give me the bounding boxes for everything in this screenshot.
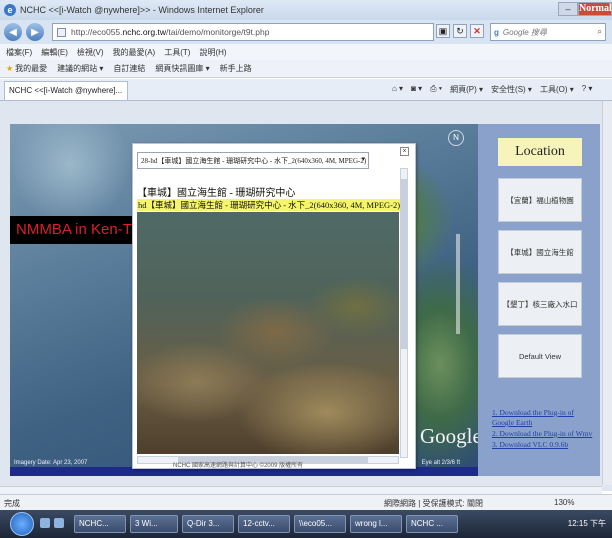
taskbar-item-nchc[interactable]: NCHC... <box>74 515 126 533</box>
location-button-kenting[interactable]: 【墾丁】核三廠入水口 <box>498 282 582 326</box>
menu-favorites[interactable]: 我的最愛(A) <box>113 47 156 58</box>
taskbar-item-nchc-ie[interactable]: NCHC ... <box>406 515 458 533</box>
ie-logo-icon: e <box>4 4 16 16</box>
favorites-button[interactable]: ★ 我的最愛 <box>6 63 47 74</box>
stop-icon[interactable]: ✕ <box>470 24 484 38</box>
popup-vertical-scrollbar[interactable] <box>400 168 408 458</box>
start-button[interactable] <box>10 512 34 536</box>
safety-menu[interactable]: 安全性(S) ▾ <box>491 84 532 95</box>
menu-tools[interactable]: 工具(T) <box>164 47 190 58</box>
link-wmv-plugin[interactable]: 2. Download the Plug-in of Wmv <box>492 429 596 439</box>
tab-row: NCHC <<[i-Watch @nywhere]... ⌂ ▾ ◙ ▾ ⎙ ▾… <box>0 79 612 101</box>
url-prefix: http://eco055. <box>71 27 123 37</box>
star-icon: ★ <box>6 64 14 73</box>
fav-getting-started[interactable]: 新手上路 <box>220 63 252 74</box>
page-horizontal-scrollbar[interactable] <box>0 486 602 494</box>
link-vlc[interactable]: 3. Download VLC 0.9.6b <box>492 440 596 450</box>
chevron-down-icon: ▾ <box>361 155 365 163</box>
location-heading: Location <box>498 138 582 166</box>
system-tray: 12:15 下午 <box>522 515 612 533</box>
link-google-earth-plugin[interactable]: 1. Download the Plug-in of Google Earth <box>492 408 596 428</box>
title-bar: e NCHC <<[i-Watch @nywhere]>> - Windows … <box>0 0 612 20</box>
popup-title: 【車城】國立海生館 - 珊瑚研究中心 <box>137 188 296 199</box>
menu-bar: 檔案(F) 編輯(E) 檢視(V) 我的最愛(A) 工具(T) 說明(H) <box>0 44 612 60</box>
tools-menu[interactable]: 工具(O) ▾ <box>540 84 574 95</box>
google-logo: Google <box>420 424 478 448</box>
url-host: nchc.org.tw <box>122 27 166 37</box>
underwater-video[interactable] <box>137 212 399 454</box>
favorites-bar: ★ 我的最愛 建議的網站 ▾ 自訂連結 網頁快訊圖庫 ▾ 新手上路 <box>0 60 612 78</box>
address-tools: ▣ ↻ ✕ <box>436 24 484 38</box>
imagery-date: Imagery Date: Apr 23, 2007 <box>14 460 88 466</box>
page-icon <box>57 27 66 37</box>
fav-custom-links[interactable]: 自訂連結 <box>113 63 145 74</box>
popup-footer: NCHC 國家高速網路與計算中心 ©2009 版權所有 <box>173 463 304 469</box>
feeds-icon[interactable]: ◙ ▾ <box>411 84 422 95</box>
tab-active[interactable]: NCHC <<[i-Watch @nywhere]... <box>4 81 128 100</box>
security-zone: 網際網路 | 受保護模式: 關閉 <box>384 499 483 508</box>
eye-altitude: Eye alt 2/3/6 ft <box>421 460 460 466</box>
window-controls: – Normal <box>558 0 612 18</box>
taskbar-item-eco05[interactable]: \\eco05... <box>294 515 346 533</box>
search-placeholder: Google 搜尋 <box>502 27 547 37</box>
search-input[interactable]: g Google 搜尋 ⌕ <box>490 23 606 41</box>
help-icon[interactable]: ? ▾ <box>582 84 593 95</box>
page-menu[interactable]: 網頁(P) ▾ <box>450 84 483 95</box>
location-button-nmmba[interactable]: 【車城】國立海生館 <box>498 230 582 274</box>
default-view-button[interactable]: Default View <box>498 334 582 378</box>
print-icon[interactable]: ⎙ ▾ <box>430 84 442 95</box>
scroll-thumb[interactable] <box>401 179 407 349</box>
favorites-label: 我的最愛 <box>15 64 48 73</box>
clock[interactable]: 12:15 下午 <box>568 519 606 528</box>
command-bar: ⌂ ▾ ◙ ▾ ⎙ ▾ 網頁(P) ▾ 安全性(S) ▾ 工具(O) ▾ ? ▾ <box>392 84 592 95</box>
back-button[interactable]: ◀ <box>4 23 22 41</box>
menu-file[interactable]: 檔案(F) <box>6 47 32 58</box>
location-panel: Location 【宜蘭】福山植物園 【車城】國立海生館 【墾丁】核三廠入水口 … <box>478 124 600 476</box>
home-icon[interactable]: ⌂ ▾ <box>392 84 403 95</box>
page-vertical-scrollbar[interactable] <box>602 101 612 485</box>
video-popup: × 28-hd【車城】國立海生館 - 珊瑚研究中心 - 水下_2(640x360… <box>132 143 416 469</box>
camera-select-value: 28-hd【車城】國立海生館 - 珊瑚研究中心 - 水下_2(640x360, … <box>141 157 367 165</box>
show-desktop-icon[interactable] <box>40 518 50 528</box>
compat-view-icon[interactable]: ▣ <box>436 24 450 38</box>
taskbar-item-cctv[interactable]: 12-cctv... <box>238 515 290 533</box>
close-icon[interactable]: × <box>400 147 409 156</box>
search-icon[interactable]: ⌕ <box>598 27 602 37</box>
window-title: NCHC <<[i-Watch @nywhere]>> - Windows In… <box>20 5 264 15</box>
menu-view[interactable]: 檢視(V) <box>77 47 104 58</box>
menu-edit[interactable]: 編輯(E) <box>41 47 68 58</box>
menu-help[interactable]: 說明(H) <box>199 47 226 58</box>
location-button-fushan[interactable]: 【宜蘭】福山植物園 <box>498 178 582 222</box>
zoom-slider[interactable] <box>456 234 460 334</box>
address-row: ◀ ▶ http://eco055. nchc.org.tw/tai/demo/m… <box>0 20 612 44</box>
camera-select[interactable]: 28-hd【車城】國立海生館 - 珊瑚研究中心 - 水下_2(640x360, … <box>137 152 369 169</box>
quicklaunch-icon[interactable] <box>54 518 64 528</box>
forward-button[interactable]: ▶ <box>26 23 44 41</box>
restore-button[interactable]: Normal <box>578 2 612 16</box>
status-text: 完成 <box>4 499 20 508</box>
taskbar-item-windows[interactable]: 3 Wi... <box>130 515 178 533</box>
taskbar-item-wrong[interactable]: wrong l... <box>350 515 402 533</box>
zoom-level[interactable]: 130% <box>554 498 574 507</box>
fav-web-slice-gallery[interactable]: 網頁快訊圖庫 ▾ <box>155 63 209 74</box>
popup-subtitle: hd【車城】國立海生館 - 珊瑚研究中心 - 水下_2(640x360, 4M,… <box>137 199 402 211</box>
download-links: 1. Download the Plug-in of Google Earth … <box>492 408 596 451</box>
google-icon: g <box>494 27 499 37</box>
status-bar: 完成 網際網路 | 受保護模式: 關閉 130% <box>0 494 612 510</box>
minimize-button[interactable]: – <box>558 2 578 16</box>
refresh-icon[interactable]: ↻ <box>453 24 467 38</box>
address-bar[interactable]: http://eco055. nchc.org.tw/tai/demo/monit… <box>52 23 434 41</box>
taskbar-item-qdir[interactable]: Q-Dir 3... <box>182 515 234 533</box>
fav-suggested-sites[interactable]: 建議的網站 ▾ <box>57 63 103 74</box>
compass-icon[interactable]: N <box>448 130 464 146</box>
taskbar: NCHC... 3 Wi... Q-Dir 3... 12-cctv... \\… <box>0 510 612 538</box>
url-path: /tai/demo/monitorge/t9t.php <box>165 27 270 37</box>
